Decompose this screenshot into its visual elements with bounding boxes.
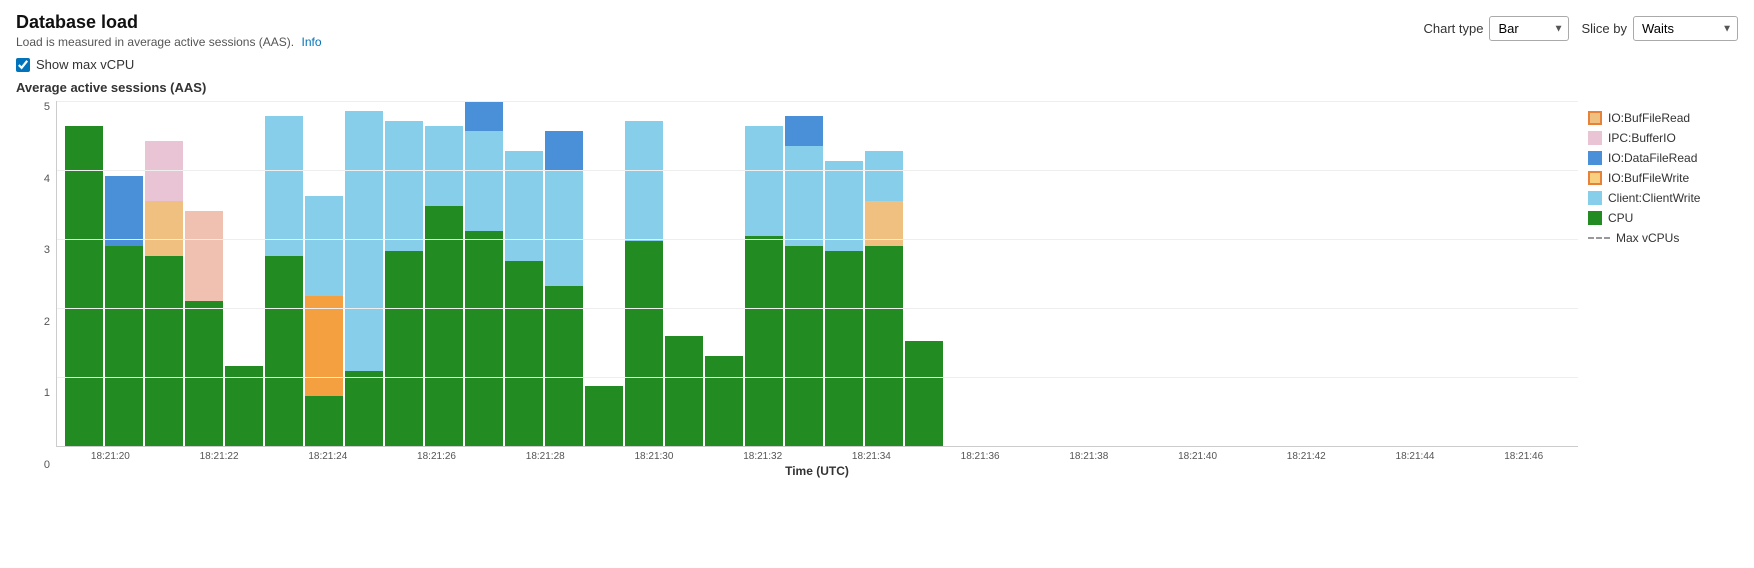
legend-item-io-data-file-read: IO:DataFileRead: [1588, 151, 1738, 165]
legend-swatch-io-buf-file-read: [1588, 111, 1602, 125]
page: Database load Load is measured in averag…: [0, 0, 1754, 568]
legend-item-io-buf-file-read: IO:BufFileRead: [1588, 111, 1738, 125]
slice-by-control: Slice by Waits SQL Users Hosts Applicati…: [1581, 16, 1738, 41]
legend-dashed-max-vcpus: [1588, 237, 1610, 239]
legend-label-cpu: CPU: [1608, 211, 1633, 225]
x-axis-title: Time (UTC): [56, 464, 1578, 478]
x-axis-label: 18:21:28: [491, 451, 600, 462]
grid-lines: [57, 101, 1578, 446]
legend-label-io-data-file-read: IO:DataFileRead: [1608, 151, 1697, 165]
legend-swatch-ipc-buffer-io: [1588, 131, 1602, 145]
x-axis-label: 18:21:44: [1361, 451, 1470, 462]
x-axis-label: 18:21:46: [1469, 451, 1578, 462]
info-link[interactable]: Info: [301, 35, 321, 49]
chart-section: Average active sessions (AAS) 5 4 3 2 1 …: [16, 80, 1738, 478]
x-axis-label: 18:21:38: [1034, 451, 1143, 462]
x-axis-label: 18:21:20: [56, 451, 165, 462]
x-axis-labels: 18:21:2018:21:2218:21:2418:21:2618:21:28…: [56, 451, 1578, 462]
show-max-vcpu-row: Show max vCPU: [16, 57, 1738, 72]
legend-swatch-cpu: [1588, 211, 1602, 225]
chart-type-label: Chart type: [1423, 21, 1483, 36]
x-axis-label: 18:21:40: [1143, 451, 1252, 462]
x-axis-label: 18:21:22: [165, 451, 274, 462]
x-axis-label: 18:21:26: [382, 451, 491, 462]
y-label-1: 1: [44, 387, 50, 399]
legend-label-client-client-write: Client:ClientWrite: [1608, 191, 1700, 205]
y-label-5: 5: [44, 101, 50, 113]
y-label-4: 4: [44, 173, 50, 185]
chart-type-select[interactable]: Bar Line: [1489, 16, 1569, 41]
subtitle: Load is measured in average active sessi…: [16, 35, 322, 49]
legend-swatch-io-data-file-read: [1588, 151, 1602, 165]
chart-title: Average active sessions (AAS): [16, 80, 1738, 95]
x-axis-label: 18:21:34: [817, 451, 926, 462]
header: Database load Load is measured in averag…: [16, 12, 1738, 49]
header-left: Database load Load is measured in averag…: [16, 12, 322, 49]
show-max-vcpu-label: Show max vCPU: [36, 57, 134, 72]
legend-item-io-buf-file-write: IO:BufFileWrite: [1588, 171, 1738, 185]
legend-label-io-buf-file-write: IO:BufFileWrite: [1608, 171, 1689, 185]
legend-item-max-vcpus: Max vCPUs: [1588, 231, 1738, 245]
x-axis-label: 18:21:32: [708, 451, 817, 462]
show-max-vcpu-checkbox[interactable]: [16, 58, 30, 72]
legend-swatch-io-buf-file-write: [1588, 171, 1602, 185]
x-axis-label: 18:21:30: [600, 451, 709, 462]
x-axis-label: 18:21:24: [273, 451, 382, 462]
legend-label-ipc-buffer-io: IPC:BufferIO: [1608, 131, 1676, 145]
legend-label-max-vcpus: Max vCPUs: [1616, 231, 1679, 245]
page-title: Database load: [16, 12, 322, 33]
legend-panel: IO:BufFileRead IPC:BufferIO IO:DataFileR…: [1578, 111, 1738, 478]
legend-swatch-client-client-write: [1588, 191, 1602, 205]
slice-by-select-wrapper: Waits SQL Users Hosts Applications Datab…: [1633, 16, 1738, 41]
legend-item-cpu: CPU: [1588, 211, 1738, 225]
header-controls: Chart type Bar Line ▼ Slice by Waits SQL…: [1423, 16, 1738, 41]
y-label-2: 2: [44, 316, 50, 328]
y-label-0: 0: [44, 459, 50, 471]
y-axis: 5 4 3 2 1 0: [16, 101, 56, 471]
x-axis-label: 18:21:42: [1252, 451, 1361, 462]
legend-label-io-buf-file-read: IO:BufFileRead: [1608, 111, 1690, 125]
chart-body-wrapper: 18:21:2018:21:2218:21:2418:21:2618:21:28…: [56, 101, 1578, 478]
legend-item-ipc-buffer-io: IPC:BufferIO: [1588, 131, 1738, 145]
chart-wrapper: 5 4 3 2 1 0: [16, 101, 1738, 478]
x-axis-label: 18:21:36: [926, 451, 1035, 462]
slice-by-select[interactable]: Waits SQL Users Hosts Applications Datab…: [1633, 16, 1738, 41]
chart-type-control: Chart type Bar Line ▼: [1423, 16, 1569, 41]
chart-type-select-wrapper: Bar Line ▼: [1489, 16, 1569, 41]
y-label-3: 3: [44, 244, 50, 256]
legend-item-client-client-write: Client:ClientWrite: [1588, 191, 1738, 205]
slice-by-label: Slice by: [1581, 21, 1627, 36]
chart-body: [56, 101, 1578, 447]
